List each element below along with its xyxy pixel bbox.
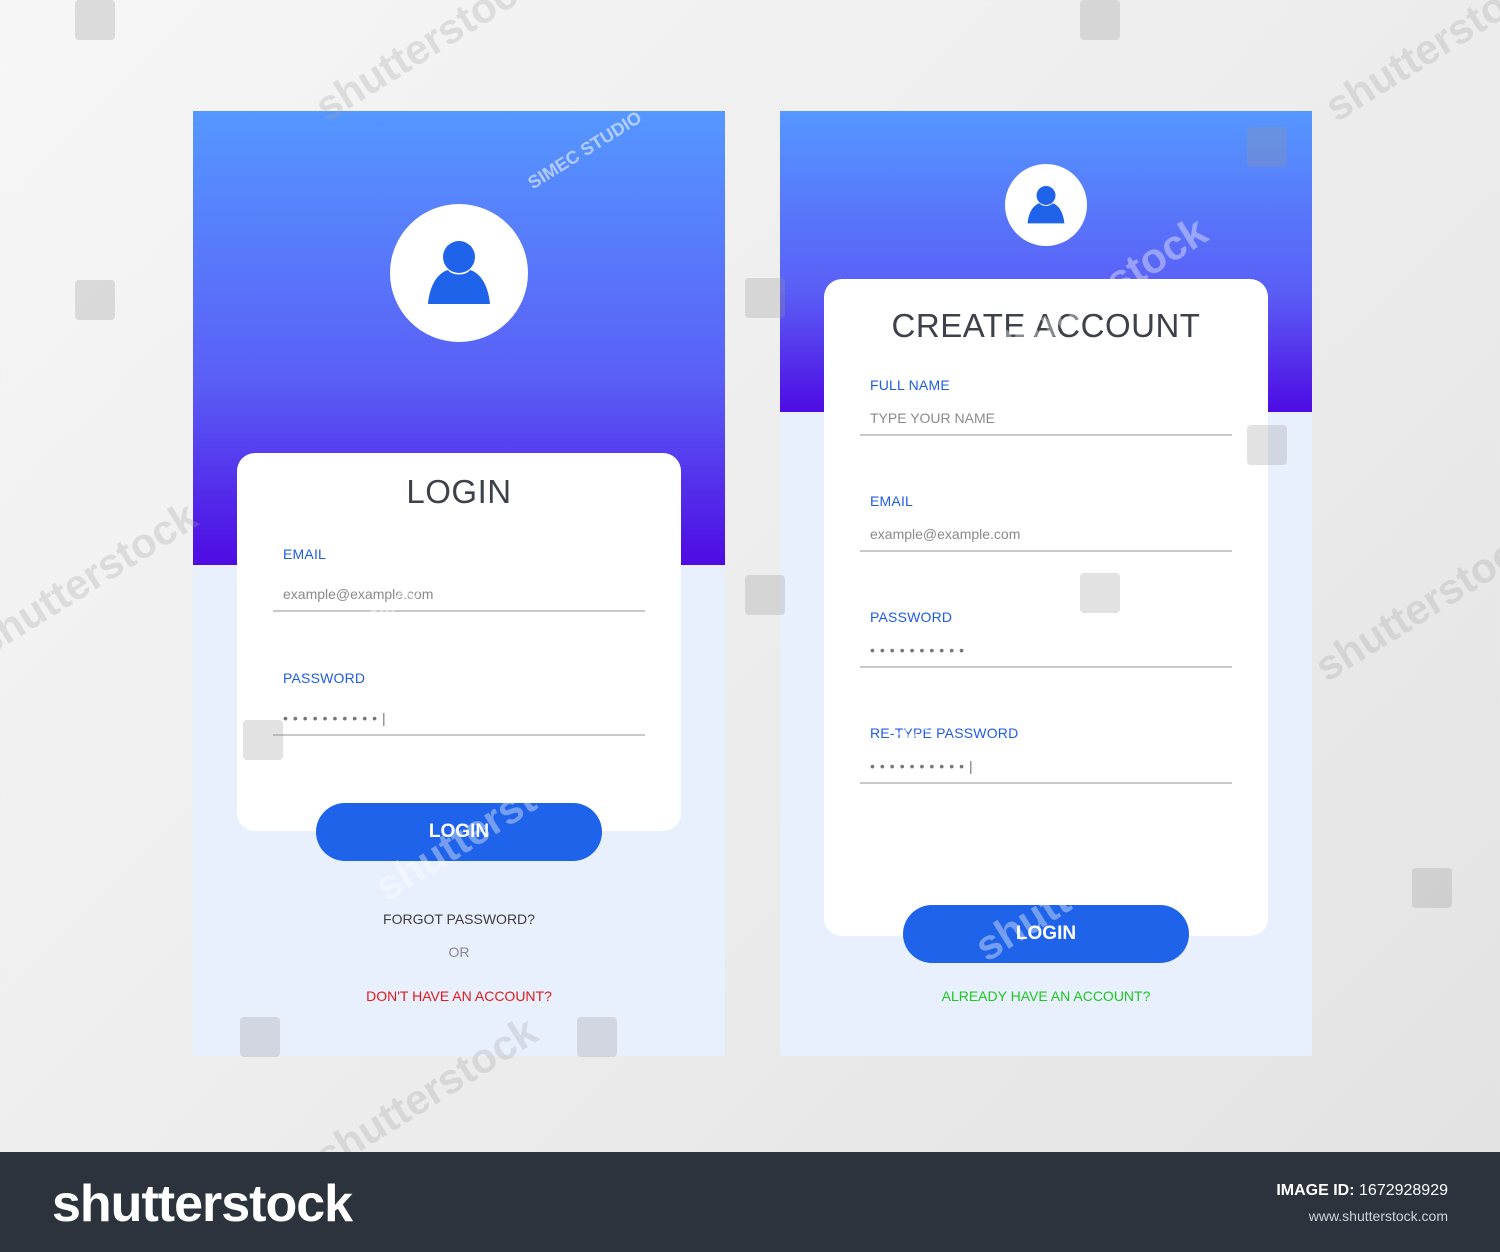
- signup-card: CREATE ACCOUNT FULL NAME EMAIL PASSWORD …: [824, 279, 1268, 936]
- stock-footer-bar: shutterstock IMAGE ID: 1672928929 www.sh…: [0, 1152, 1500, 1252]
- watermark-logo-icon: [745, 575, 785, 615]
- fullname-label: FULL NAME: [870, 377, 950, 393]
- login-title: LOGIN: [406, 473, 512, 510]
- login-button[interactable]: LOGIN: [316, 803, 602, 861]
- image-id-value: 1672928929: [1359, 1182, 1448, 1199]
- image-id-label: IMAGE ID:: [1276, 1182, 1355, 1199]
- login-card: LOGIN EMAIL PASSWORD: [237, 453, 681, 831]
- watermark-logo-icon: [75, 0, 115, 40]
- site-url: www.shutterstock.com: [1308, 1208, 1448, 1224]
- login-avatar: [390, 204, 528, 342]
- user-icon: [428, 241, 490, 304]
- retype-password-label: RE-TYPE PASSWORD: [870, 725, 1019, 741]
- watermark-logo-icon: [745, 278, 785, 318]
- signup-title: CREATE ACCOUNT: [891, 307, 1201, 344]
- signup-screen: CREATE ACCOUNT FULL NAME EMAIL PASSWORD …: [780, 111, 1312, 1056]
- user-icon: [1027, 185, 1065, 224]
- image-id-line: IMAGE ID: 1672928929: [1276, 1182, 1448, 1200]
- signup-email-label: EMAIL: [870, 493, 914, 509]
- email-label: EMAIL: [283, 546, 327, 562]
- watermark-brand-text: shutterstock: [0, 491, 206, 666]
- forgot-password-link[interactable]: FORGOT PASSWORD?: [193, 911, 725, 927]
- password-label: PASSWORD: [283, 670, 366, 686]
- or-separator: OR: [448, 944, 470, 960]
- signup-avatar: [1005, 164, 1087, 246]
- signup-password-field[interactable]: [860, 634, 1232, 668]
- watermark-logo-icon: [1412, 868, 1452, 908]
- email-field[interactable]: [273, 578, 645, 612]
- signup-login-button[interactable]: LOGIN: [903, 905, 1189, 963]
- signup-email-field[interactable]: [860, 518, 1232, 552]
- watermark-logo-icon: [1080, 0, 1120, 40]
- retype-password-field[interactable]: [860, 750, 1232, 784]
- have-account-link[interactable]: ALREADY HAVE AN ACCOUNT?: [780, 988, 1312, 1004]
- signup-password-label: PASSWORD: [870, 609, 953, 625]
- password-field[interactable]: [273, 702, 645, 736]
- login-screen: LOGIN EMAIL PASSWORD LOGIN FORGOT PASSWO…: [193, 111, 725, 1056]
- shutterstock-logo: shutterstock: [52, 1175, 353, 1233]
- no-account-link[interactable]: DON'T HAVE AN ACCOUNT?: [193, 988, 725, 1004]
- watermark-brand-text: shutterstock: [1306, 516, 1500, 691]
- watermark-brand-text: shutterstock: [1316, 0, 1500, 131]
- fullname-field[interactable]: [860, 402, 1232, 436]
- watermark-logo-icon: [75, 280, 115, 320]
